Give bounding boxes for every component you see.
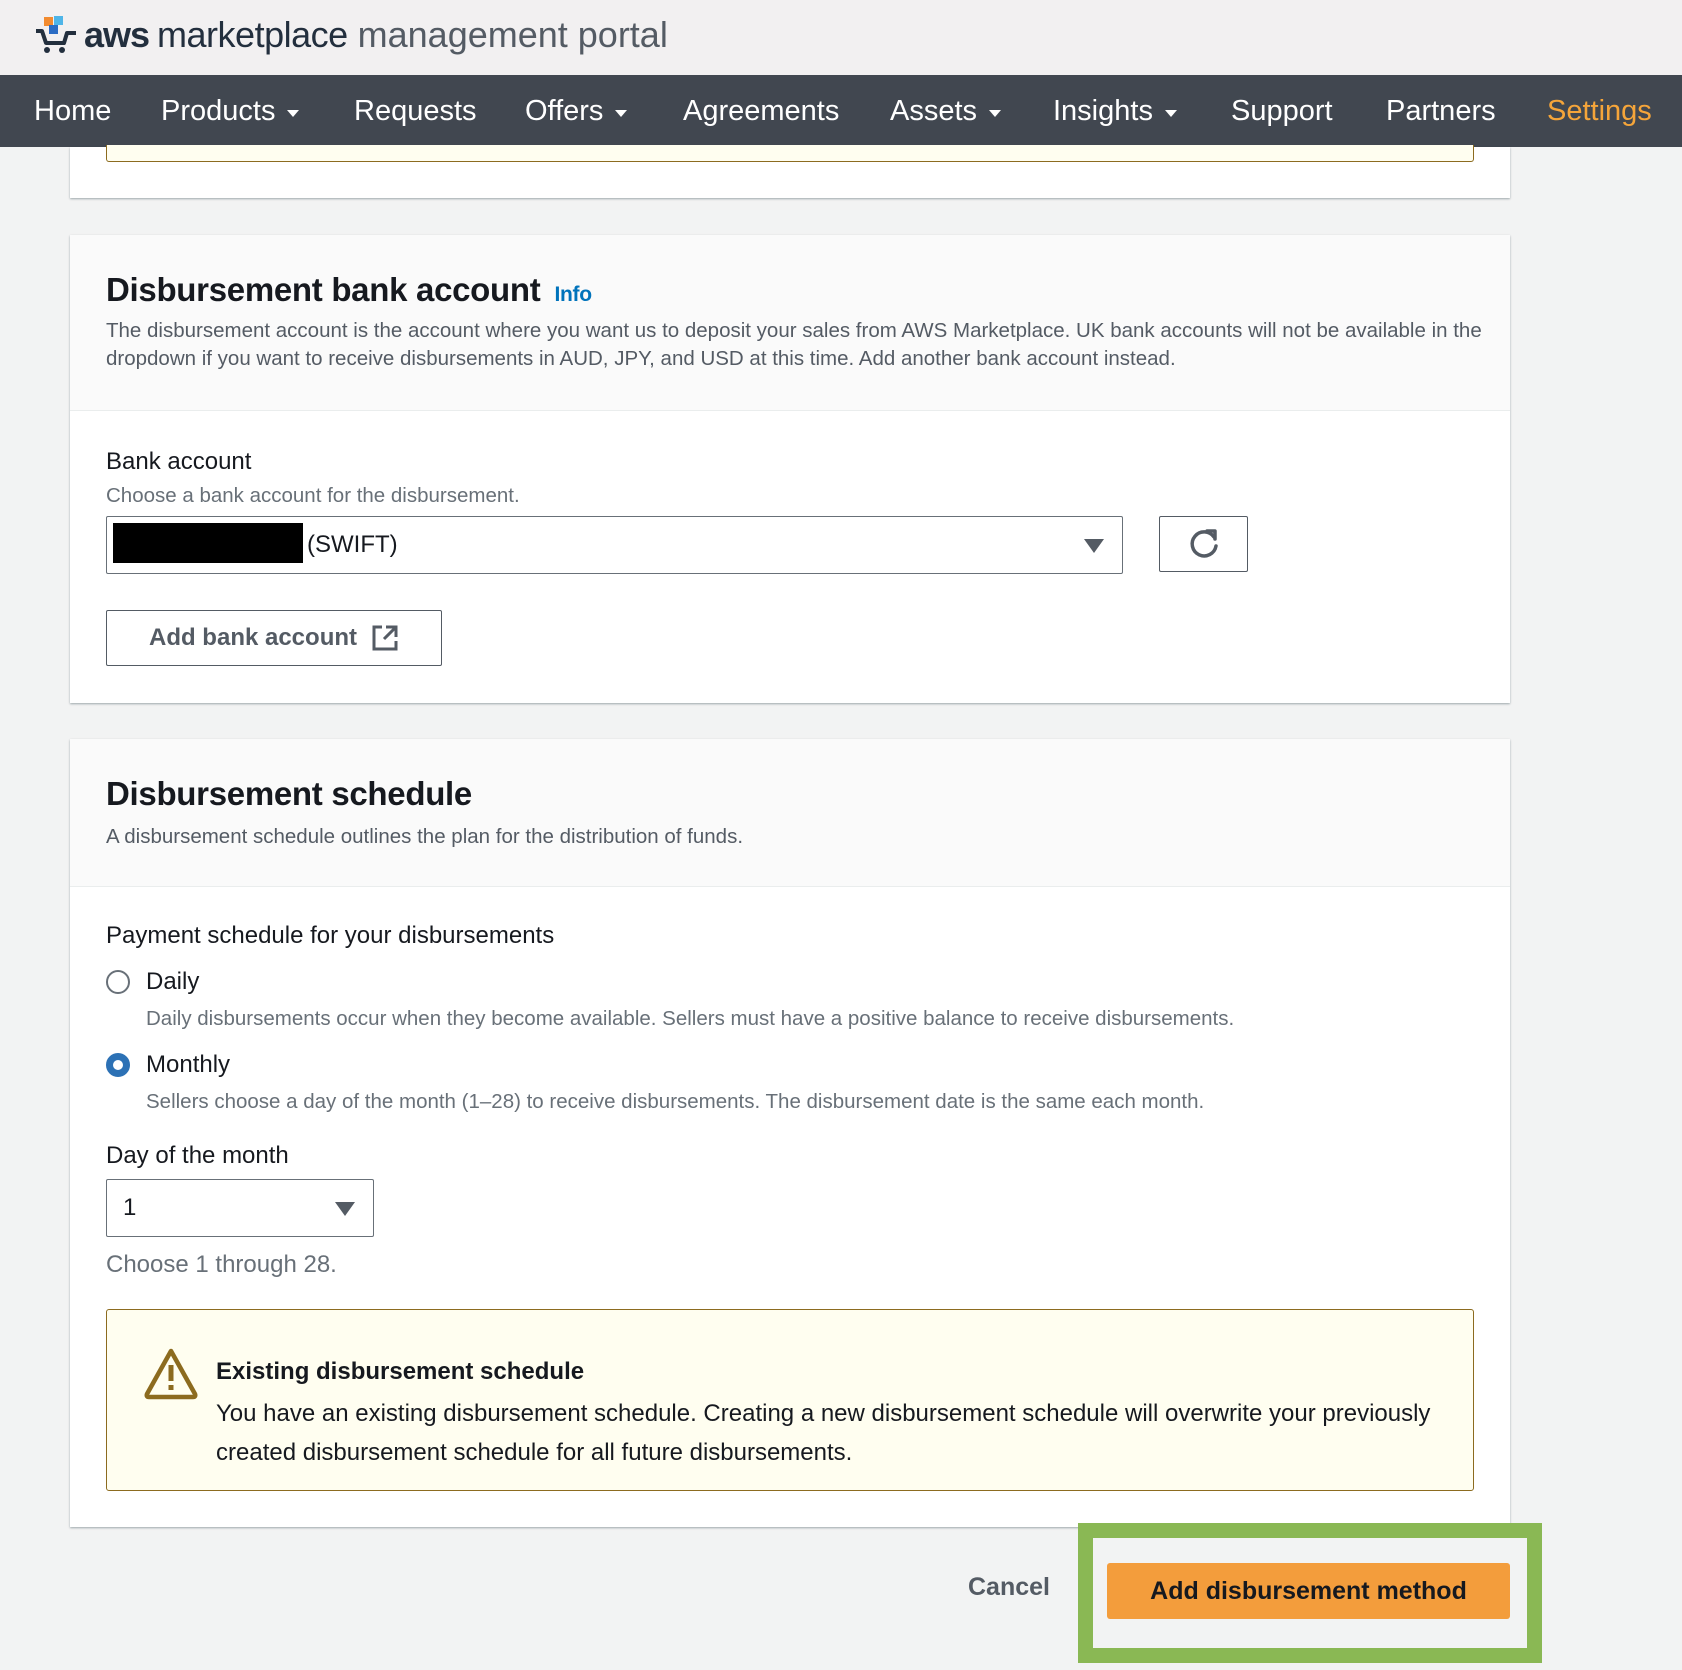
nav-offers[interactable]: Offers xyxy=(525,75,628,147)
radio-monthly-label: Monthly xyxy=(146,1051,231,1078)
external-link-icon xyxy=(372,625,398,651)
add-disbursement-method-button[interactable]: Add disbursement method xyxy=(1107,1563,1510,1619)
existing-schedule-alert: Existing disbursement schedule You have … xyxy=(106,1309,1474,1491)
bank-account-selected-value: (SWIFT) xyxy=(307,531,398,558)
nav-settings[interactable]: Settings xyxy=(1547,75,1652,147)
previous-section-card xyxy=(70,145,1510,198)
payment-schedule-label: Payment schedule for your disbursements xyxy=(106,922,555,949)
radio-daily-circle[interactable] xyxy=(106,970,130,994)
disbursement-schedule-card: Disbursement schedule A disbursement sch… xyxy=(70,739,1510,1527)
day-of-month-label: Day of the month xyxy=(106,1142,289,1169)
nav-partners[interactable]: Partners xyxy=(1386,75,1496,147)
radio-daily[interactable]: Daily xyxy=(106,968,199,996)
add-bank-account-button[interactable]: Add bank account xyxy=(106,610,442,666)
chevron-down-icon xyxy=(1164,109,1177,117)
nav-requests-label: Requests xyxy=(354,94,477,127)
alert-body: You have an existing disbursement schedu… xyxy=(216,1400,1431,1466)
nav-assets-label: Assets xyxy=(890,94,978,127)
radio-monthly-description: Sellers choose a day of the month (1–28)… xyxy=(146,1090,1205,1113)
day-of-month-value: 1 xyxy=(123,1194,137,1221)
nav-requests[interactable]: Requests xyxy=(354,75,477,147)
add-bank-account-label: Add bank account xyxy=(148,624,358,651)
schedule-card-header: Disbursement schedule A disbursement sch… xyxy=(70,739,1510,887)
nav-products-label: Products xyxy=(161,94,276,127)
aws-marketplace-logo[interactable]: aws marketplace management portal xyxy=(34,14,668,56)
bank-account-card-header: Disbursement bank account Info The disbur… xyxy=(70,235,1510,411)
logo-marketplace-text: marketplace xyxy=(157,14,348,55)
day-of-month-hint: Choose 1 through 28. xyxy=(106,1251,337,1278)
nav-home-label: Home xyxy=(34,94,112,127)
cancel-button[interactable]: Cancel xyxy=(968,1573,1050,1602)
logo-aws-text: aws xyxy=(84,14,150,55)
caret-down-icon xyxy=(1084,539,1104,553)
schedule-title: Disbursement schedule xyxy=(106,775,472,812)
nav-support-label: Support xyxy=(1231,94,1333,127)
previous-alert-box xyxy=(106,145,1474,162)
main-nav: Home Products Requests Offers Agreements… xyxy=(0,75,1682,147)
nav-insights-label: Insights xyxy=(1053,94,1153,127)
radio-daily-label: Daily xyxy=(146,968,200,995)
nav-offers-label: Offers xyxy=(525,94,604,127)
chevron-down-icon xyxy=(615,109,628,117)
radio-daily-description: Daily disbursements occur when they beco… xyxy=(146,1007,1235,1030)
schedule-description: A disbursement schedule outlines the pla… xyxy=(106,825,744,848)
chevron-down-icon xyxy=(989,109,1002,117)
warning-icon xyxy=(144,1348,198,1400)
redacted-account-name xyxy=(113,523,303,563)
day-of-month-select[interactable]: 1 xyxy=(106,1179,374,1237)
bank-account-select[interactable]: (SWIFT) xyxy=(106,516,1123,574)
nav-agreements-label: Agreements xyxy=(683,94,840,127)
caret-down-icon xyxy=(335,1202,355,1216)
nav-home[interactable]: Home xyxy=(34,75,111,147)
nav-partners-label: Partners xyxy=(1386,94,1496,127)
bank-account-hint: Choose a bank account for the disburseme… xyxy=(106,484,520,507)
nav-products[interactable]: Products xyxy=(161,75,300,147)
bank-account-description: The disbursement account is the account … xyxy=(106,319,1482,370)
top-header: aws marketplace management portal xyxy=(0,0,1682,75)
nav-agreements[interactable]: Agreements xyxy=(683,75,839,147)
radio-monthly[interactable]: Monthly xyxy=(106,1051,230,1079)
nav-settings-label: Settings xyxy=(1547,94,1652,127)
logo-portal-text: management portal xyxy=(357,14,668,55)
radio-monthly-circle[interactable] xyxy=(106,1053,130,1077)
bank-account-card: Disbursement bank account Info The disbur… xyxy=(70,235,1510,703)
bank-account-title: Disbursement bank account Info xyxy=(106,271,592,309)
refresh-icon xyxy=(1189,529,1218,558)
bank-account-label: Bank account xyxy=(106,448,252,475)
cart-logo-icon xyxy=(36,16,76,53)
chevron-down-icon xyxy=(287,109,300,117)
nav-insights[interactable]: Insights xyxy=(1053,75,1177,147)
bank-account-title-text: Disbursement bank account xyxy=(106,271,541,308)
refresh-button[interactable] xyxy=(1159,516,1248,572)
nav-support[interactable]: Support xyxy=(1231,75,1333,147)
alert-title: Existing disbursement schedule xyxy=(216,1358,585,1385)
info-link[interactable]: Info xyxy=(554,283,592,306)
nav-assets[interactable]: Assets xyxy=(890,75,1002,147)
